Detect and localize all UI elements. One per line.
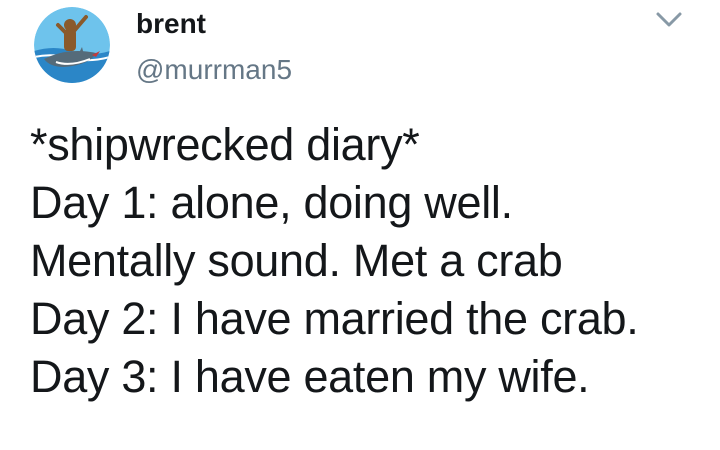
tweet-line-day-2: Day 2: I have married the crab. (30, 293, 639, 344)
display-name[interactable]: brent (136, 4, 206, 44)
tweet-line-title: *shipwrecked diary* (30, 119, 420, 170)
avatar[interactable] (34, 7, 110, 83)
user-handle[interactable]: @murrman5 (136, 50, 292, 90)
tweet-line-day-3: Day 3: I have eaten my wife. (30, 351, 590, 402)
tweet-line-day-1-continued: Mentally sound. Met a crab (30, 235, 563, 286)
tweet-menu-button[interactable] (652, 6, 686, 34)
chevron-down-icon (656, 12, 682, 27)
surfer-on-shark-avatar-icon (34, 7, 110, 83)
tweet-text: *shipwrecked diary* Day 1: alone, doing … (30, 116, 700, 406)
tweet-card: brent @murrman5 *shipwrecked diary* Day … (0, 0, 720, 450)
tweet-line-day-1: Day 1: alone, doing well. (30, 177, 513, 228)
